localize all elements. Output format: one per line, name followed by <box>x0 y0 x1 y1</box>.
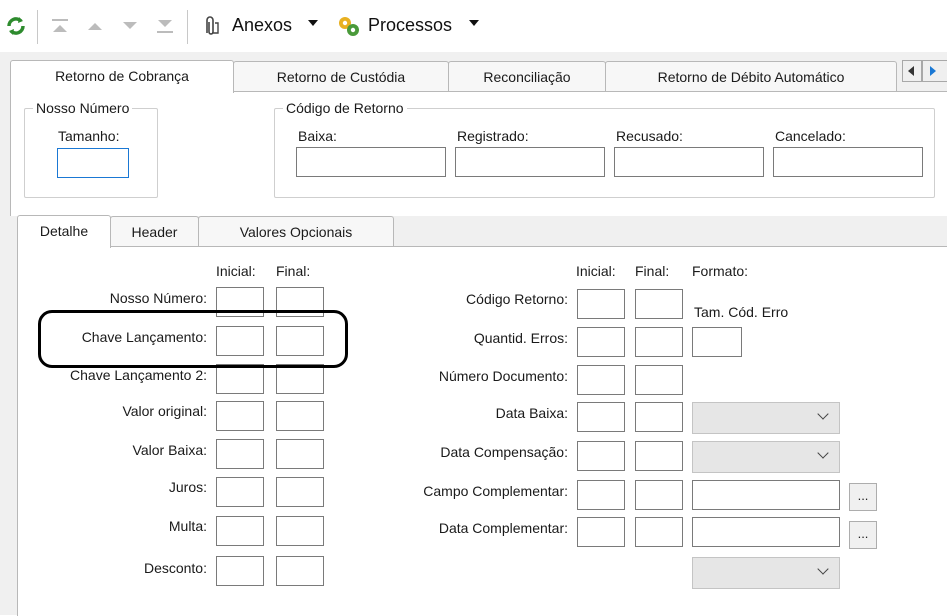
processos-menu[interactable]: Processos <box>368 15 452 36</box>
tab-detalhe[interactable]: Detalhe <box>17 215 111 248</box>
data-complementar-formato-input[interactable] <box>692 517 840 547</box>
baixa-input[interactable] <box>296 147 446 177</box>
valor-original-inicial-input[interactable] <box>216 401 264 431</box>
valor-baixa-final-input[interactable] <box>276 439 324 469</box>
registrado-input[interactable] <box>455 147 605 177</box>
tam-cod-erro-label: Tam. Cód. Erro <box>694 304 789 320</box>
data-compensacao-inicial-input[interactable] <box>577 441 625 471</box>
chave-lancamento-final-input[interactable] <box>276 326 324 356</box>
tab-reconciliacao[interactable]: Reconciliação <box>448 61 606 92</box>
cancelado-input[interactable] <box>773 147 923 177</box>
extra-formato-select[interactable] <box>692 557 840 589</box>
valor-original-label: Valor original: <box>122 403 207 419</box>
data-complementar-label: Data Complementar: <box>438 520 568 536</box>
chevron-down-icon <box>817 408 829 420</box>
nosso-numero-legend: Nosso Número <box>33 100 133 116</box>
data-complementar-final-input[interactable] <box>635 517 683 547</box>
data-complementar-inicial-input[interactable] <box>577 517 625 547</box>
tab-scroll-left-button[interactable] <box>902 60 922 82</box>
quantid-erros-label: Quantid. Erros: <box>473 330 568 346</box>
campo-complementar-final-input[interactable] <box>635 480 683 510</box>
numero-documento-label: Número Documento: <box>438 368 568 384</box>
first-icon[interactable] <box>50 16 70 39</box>
refresh-icon[interactable] <box>4 14 28 41</box>
multa-inicial-input[interactable] <box>216 516 264 546</box>
left-inicial-header: Inicial: <box>216 263 256 279</box>
tab-retorno-cobranca[interactable]: Retorno de Cobrança <box>10 60 234 93</box>
chave-lancamento-inicial-input[interactable] <box>216 326 264 356</box>
desconto-label: Desconto: <box>143 560 207 576</box>
right-final-header: Final: <box>635 263 670 279</box>
chave-lancamento-2-final-input[interactable] <box>276 364 324 394</box>
desconto-final-input[interactable] <box>276 556 324 586</box>
quantid-erros-inicial-input[interactable] <box>577 327 625 357</box>
multa-label: Multa: <box>168 518 207 534</box>
chave-lancamento-label: Chave Lançamento: <box>81 329 207 345</box>
campo-complementar-inicial-input[interactable] <box>577 480 625 510</box>
anexos-menu[interactable]: Anexos <box>232 15 292 36</box>
previous-icon[interactable] <box>85 16 105 39</box>
numero-documento-inicial-input[interactable] <box>577 365 625 395</box>
nosso-numero-final-input[interactable] <box>276 287 324 317</box>
valor-baixa-label: Valor Baixa: <box>132 442 207 458</box>
nosso-numero-label: Nosso Número: <box>109 290 207 306</box>
numero-documento-final-input[interactable] <box>635 365 683 395</box>
codigo-retorno-label: Código Retorno: <box>466 291 568 307</box>
paperclip-icon[interactable] <box>198 13 224 42</box>
tab-header[interactable]: Header <box>110 216 199 247</box>
campo-complementar-label: Campo Complementar: <box>423 483 568 499</box>
data-baixa-inicial-input[interactable] <box>577 402 625 432</box>
nosso-numero-inicial-input[interactable] <box>216 287 264 317</box>
registrado-label: Registrado: <box>457 128 529 144</box>
gears-icon[interactable] <box>336 13 362 42</box>
codigo-retorno-legend: Código de Retorno <box>283 100 407 116</box>
tamanho-label: Tamanho: <box>58 128 120 144</box>
toolbar: Anexos Processos <box>0 0 947 53</box>
chave-lancamento-2-label: Chave Lançamento 2: <box>70 367 207 383</box>
quantid-erros-final-input[interactable] <box>635 327 683 357</box>
valor-baixa-inicial-input[interactable] <box>216 439 264 469</box>
data-baixa-label: Data Baixa: <box>495 405 568 421</box>
juros-inicial-input[interactable] <box>216 477 264 507</box>
formato-header: Formato: <box>692 263 749 279</box>
baixa-label: Baixa: <box>298 128 337 144</box>
data-compensacao-formato-select[interactable] <box>692 441 840 473</box>
recusado-label: Recusado: <box>616 128 683 144</box>
data-baixa-formato-select[interactable] <box>692 402 840 434</box>
left-final-header: Final: <box>276 263 311 279</box>
multa-final-input[interactable] <box>276 516 324 546</box>
last-icon[interactable] <box>155 16 175 39</box>
tab-scroll-right-button[interactable] <box>922 60 947 82</box>
valor-original-final-input[interactable] <box>276 401 324 431</box>
juros-label: Juros: <box>168 479 207 495</box>
juros-final-input[interactable] <box>276 477 324 507</box>
data-baixa-final-input[interactable] <box>635 402 683 432</box>
tamanho-input[interactable] <box>57 148 129 178</box>
chevron-down-icon <box>817 447 829 459</box>
cancelado-label: Cancelado: <box>775 128 846 144</box>
chevron-down-icon[interactable] <box>308 20 318 26</box>
recusado-input[interactable] <box>614 147 764 177</box>
tab-retorno-debito-automatico[interactable]: Retorno de Débito Automático <box>605 61 897 92</box>
next-icon[interactable] <box>120 16 140 39</box>
codigo-retorno-inicial-input[interactable] <box>577 289 625 319</box>
right-inicial-header: Inicial: <box>576 263 616 279</box>
data-compensacao-final-input[interactable] <box>635 441 683 471</box>
chevron-down-icon <box>817 563 829 575</box>
tab-retorno-custodia[interactable]: Retorno de Custódia <box>233 61 449 92</box>
data-complementar-browse-button[interactable]: ... <box>849 521 877 549</box>
campo-complementar-formato-input[interactable] <box>692 480 840 510</box>
data-compensacao-label: Data Compensação: <box>440 444 568 460</box>
campo-complementar-browse-button[interactable]: ... <box>849 483 877 511</box>
chave-lancamento-2-inicial-input[interactable] <box>216 364 264 394</box>
desconto-inicial-input[interactable] <box>216 556 264 586</box>
tab-valores-opcionais[interactable]: Valores Opcionais <box>198 216 394 247</box>
chevron-down-icon[interactable] <box>469 20 479 26</box>
tam-cod-erro-input[interactable] <box>692 327 742 357</box>
codigo-retorno-final-input[interactable] <box>635 289 683 319</box>
